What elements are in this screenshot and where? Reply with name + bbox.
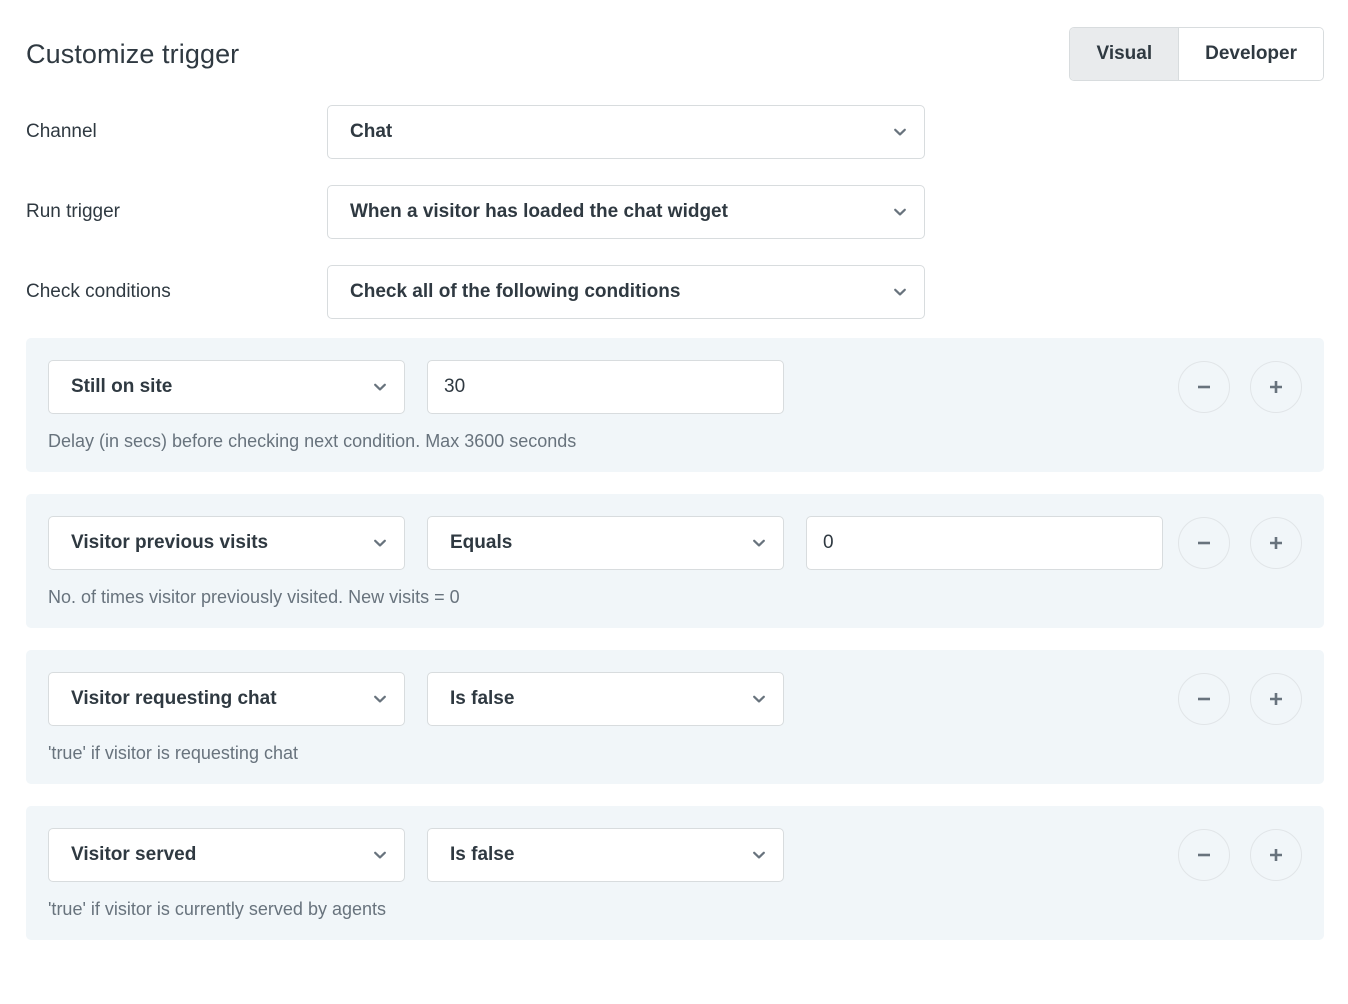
select-condition-attribute[interactable]: Visitor served [48, 828, 405, 882]
condition-helper-text: No. of times visitor previously visited.… [48, 587, 460, 607]
select-check-conditions-value: Check all of the following conditions [350, 281, 681, 302]
select-run-trigger-value: When a visitor has loaded the chat widge… [350, 201, 728, 222]
select-condition-operator[interactable]: Equals [427, 516, 784, 570]
remove-condition-button[interactable] [1178, 517, 1230, 569]
chevron-down-icon [372, 691, 388, 707]
label-channel: Channel [26, 121, 97, 142]
condition-controls: Visitor requesting chat Is false [26, 672, 1324, 726]
select-condition-attribute[interactable]: Visitor requesting chat [48, 672, 405, 726]
minus-icon [1194, 845, 1214, 865]
condition-row-actions [1178, 673, 1302, 725]
select-condition-operator-value: Is false [450, 688, 515, 709]
add-condition-button[interactable] [1250, 517, 1302, 569]
condition-helper-text: 'true' if visitor is currently served by… [48, 899, 387, 919]
condition-row: Visitor requesting chat Is false 'true' … [26, 650, 1324, 784]
add-condition-button[interactable] [1250, 361, 1302, 413]
chevron-down-icon [892, 204, 908, 220]
plus-icon [1266, 533, 1286, 553]
select-channel-value: Chat [350, 121, 393, 142]
select-condition-operator-value: Equals [450, 532, 513, 553]
remove-condition-button[interactable] [1178, 829, 1230, 881]
chevron-down-icon [892, 124, 908, 140]
label-run-trigger: Run trigger [26, 201, 120, 222]
condition-controls: Visitor served Is false [26, 828, 1324, 882]
condition-row-actions [1178, 829, 1302, 881]
mode-toggle-group: Visual Developer [1069, 27, 1324, 81]
control-check-conditions: Check all of the following conditions [327, 265, 925, 319]
customize-trigger-page: Customize trigger Visual Developer Chann… [0, 0, 1348, 1004]
condition-row: Visitor served Is false 'true' if visito… [26, 806, 1324, 940]
control-run-trigger: When a visitor has loaded the chat widge… [327, 185, 925, 239]
remove-condition-button[interactable] [1178, 361, 1230, 413]
select-condition-attribute-value: Visitor served [71, 844, 197, 865]
condition-controls: Still on site [26, 360, 1324, 414]
chevron-down-icon [751, 847, 767, 863]
select-condition-attribute-value: Still on site [71, 376, 173, 397]
minus-icon [1194, 533, 1214, 553]
chevron-down-icon [751, 535, 767, 551]
condition-helper-text: 'true' if visitor is requesting chat [48, 743, 298, 763]
chevron-down-icon [372, 379, 388, 395]
condition-row: Still on site 30 Delay (in secs) before … [26, 338, 1324, 472]
label-check-conditions: Check conditions [26, 281, 171, 302]
minus-icon [1194, 689, 1214, 709]
chevron-down-icon [892, 284, 908, 300]
select-condition-attribute-value: Visitor previous visits [71, 532, 269, 553]
tab-developer[interactable]: Developer [1179, 28, 1323, 80]
plus-icon [1266, 845, 1286, 865]
chevron-down-icon [751, 691, 767, 707]
condition-helper-text: Delay (in secs) before checking next con… [48, 431, 577, 451]
tab-visual[interactable]: Visual [1070, 28, 1180, 80]
page-header: Customize trigger Visual Developer [0, 0, 1348, 92]
field-row-run-trigger: Run trigger When a visitor has loaded th… [0, 172, 1348, 252]
select-condition-operator[interactable]: Is false [427, 672, 784, 726]
add-condition-button[interactable] [1250, 829, 1302, 881]
condition-list: Still on site 30 Delay (in secs) before … [0, 338, 1348, 940]
select-check-conditions[interactable]: Check all of the following conditions [327, 265, 925, 319]
condition-row-actions [1178, 361, 1302, 413]
condition-row: Visitor previous visits Equals 0 No. of … [26, 494, 1324, 628]
plus-icon [1266, 689, 1286, 709]
field-row-check-conditions: Check conditions Check all of the follow… [0, 252, 1348, 332]
field-row-channel: Channel Chat [0, 92, 1348, 172]
select-channel[interactable]: Chat [327, 105, 925, 159]
condition-value-input[interactable] [427, 360, 784, 414]
condition-row-actions [1178, 517, 1302, 569]
remove-condition-button[interactable] [1178, 673, 1230, 725]
select-condition-operator-value: Is false [450, 844, 515, 865]
select-condition-attribute[interactable]: Still on site [48, 360, 405, 414]
select-condition-operator[interactable]: Is false [427, 828, 784, 882]
chevron-down-icon [372, 847, 388, 863]
condition-value-input[interactable] [806, 516, 1163, 570]
minus-icon [1194, 377, 1214, 397]
select-run-trigger[interactable]: When a visitor has loaded the chat widge… [327, 185, 925, 239]
chevron-down-icon [372, 535, 388, 551]
control-channel: Chat [327, 105, 925, 159]
plus-icon [1266, 377, 1286, 397]
add-condition-button[interactable] [1250, 673, 1302, 725]
select-condition-attribute[interactable]: Visitor previous visits [48, 516, 405, 570]
select-condition-attribute-value: Visitor requesting chat [71, 688, 277, 709]
condition-controls: Visitor previous visits Equals [26, 516, 1324, 570]
page-title: Customize trigger [26, 39, 240, 69]
